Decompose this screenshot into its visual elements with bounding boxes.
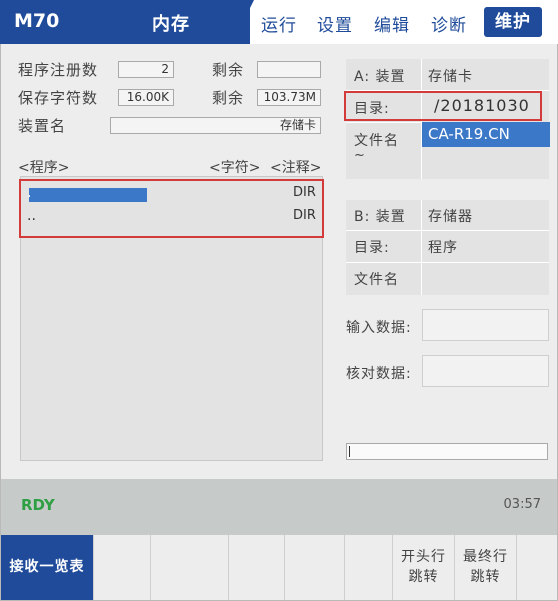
verify-data-label: 核对数据: [346,366,412,382]
clock: 03:57 [503,497,541,512]
status-bar: RDY 03:57 [1,479,557,535]
softkey-empty-5[interactable] [285,535,345,600]
registered-value: 2 [118,61,174,78]
softkey-empty-3[interactable] [151,535,229,600]
menu-maintenance[interactable]: 维护 [484,7,542,37]
panel-a-file-label: 文件名 [354,133,399,149]
softkey-empty-2[interactable] [94,535,151,600]
remaining-label-2: 剩余 [212,89,245,107]
remaining-label-1: 剩余 [212,61,245,79]
panel-a-device-value: 存储卡 [428,69,473,85]
message-field[interactable] [346,443,548,460]
jump-last-line-l1: 最终行 [463,549,508,565]
input-data-field[interactable] [422,309,549,341]
panel-b-device-label: B: 装置 [354,209,406,225]
softkey-empty-9[interactable] [517,535,557,600]
jump-last-line-button[interactable]: 最终行 跳转 [455,535,517,600]
model-label: M70 [14,10,60,32]
panel-a-tilde: ~ [354,148,366,163]
panel-a-device-label: A: 装置 [354,69,406,85]
input-data-label: 输入数据: [346,320,412,336]
remaining-value-2: 103.73M [257,89,321,106]
menu-edit[interactable]: 编辑 [374,11,410,36]
main-panel: 程序注册数 2 剩余 保存字符数 16.00K 剩余 103.73M 装置名 存… [8,50,550,478]
header-notch [232,0,254,44]
softkey-empty-4[interactable] [229,535,285,600]
comment-column-header: <注释> [270,160,322,176]
softkey-bar: 接收一览表 开头行 跳转 最终行 跳转 [1,535,557,600]
panel-a-file-value[interactable]: CA-R19.CN [422,122,550,147]
saved-chars-label: 保存字符数 [18,89,99,107]
receive-list-button[interactable]: 接收一览表 [1,535,94,600]
menu-run[interactable]: 运行 [261,11,297,36]
device-name-label: 装置名 [18,117,67,135]
remaining-value-1 [257,61,321,78]
program-column-header: <程序> [18,160,70,176]
panel-b-file-label: 文件名 [354,272,399,288]
device-name-value: 存储卡 [110,117,321,134]
verify-data-field[interactable] [422,355,549,387]
top-bar: M70 内存 运行 设置 编辑 诊断 维护 [0,0,558,44]
panel-b-device-value: 存储器 [428,209,473,225]
saved-chars-value: 16.00K [118,89,174,106]
jump-first-line-l2: 跳转 [408,569,439,585]
dir-highlight-frame [344,91,542,121]
status-ready: RDY [21,496,55,514]
chars-column-header: <字符> [209,160,261,176]
screen-title: 内存 [152,14,190,35]
menu-setup[interactable]: 设置 [317,11,353,36]
text-cursor [349,446,350,457]
jump-first-line-l1: 开头行 [401,549,446,565]
softkey-empty-6[interactable] [345,535,393,600]
jump-first-line-button[interactable]: 开头行 跳转 [393,535,455,600]
panel-b-dir-value[interactable]: 程序 [428,237,458,257]
panel-b-dir-label: 目录: [354,240,390,256]
list-highlight-frame [19,179,324,238]
menu-diagnosis[interactable]: 诊断 [431,11,467,36]
jump-last-line-l2: 跳转 [470,569,501,585]
registered-label: 程序注册数 [18,61,99,79]
